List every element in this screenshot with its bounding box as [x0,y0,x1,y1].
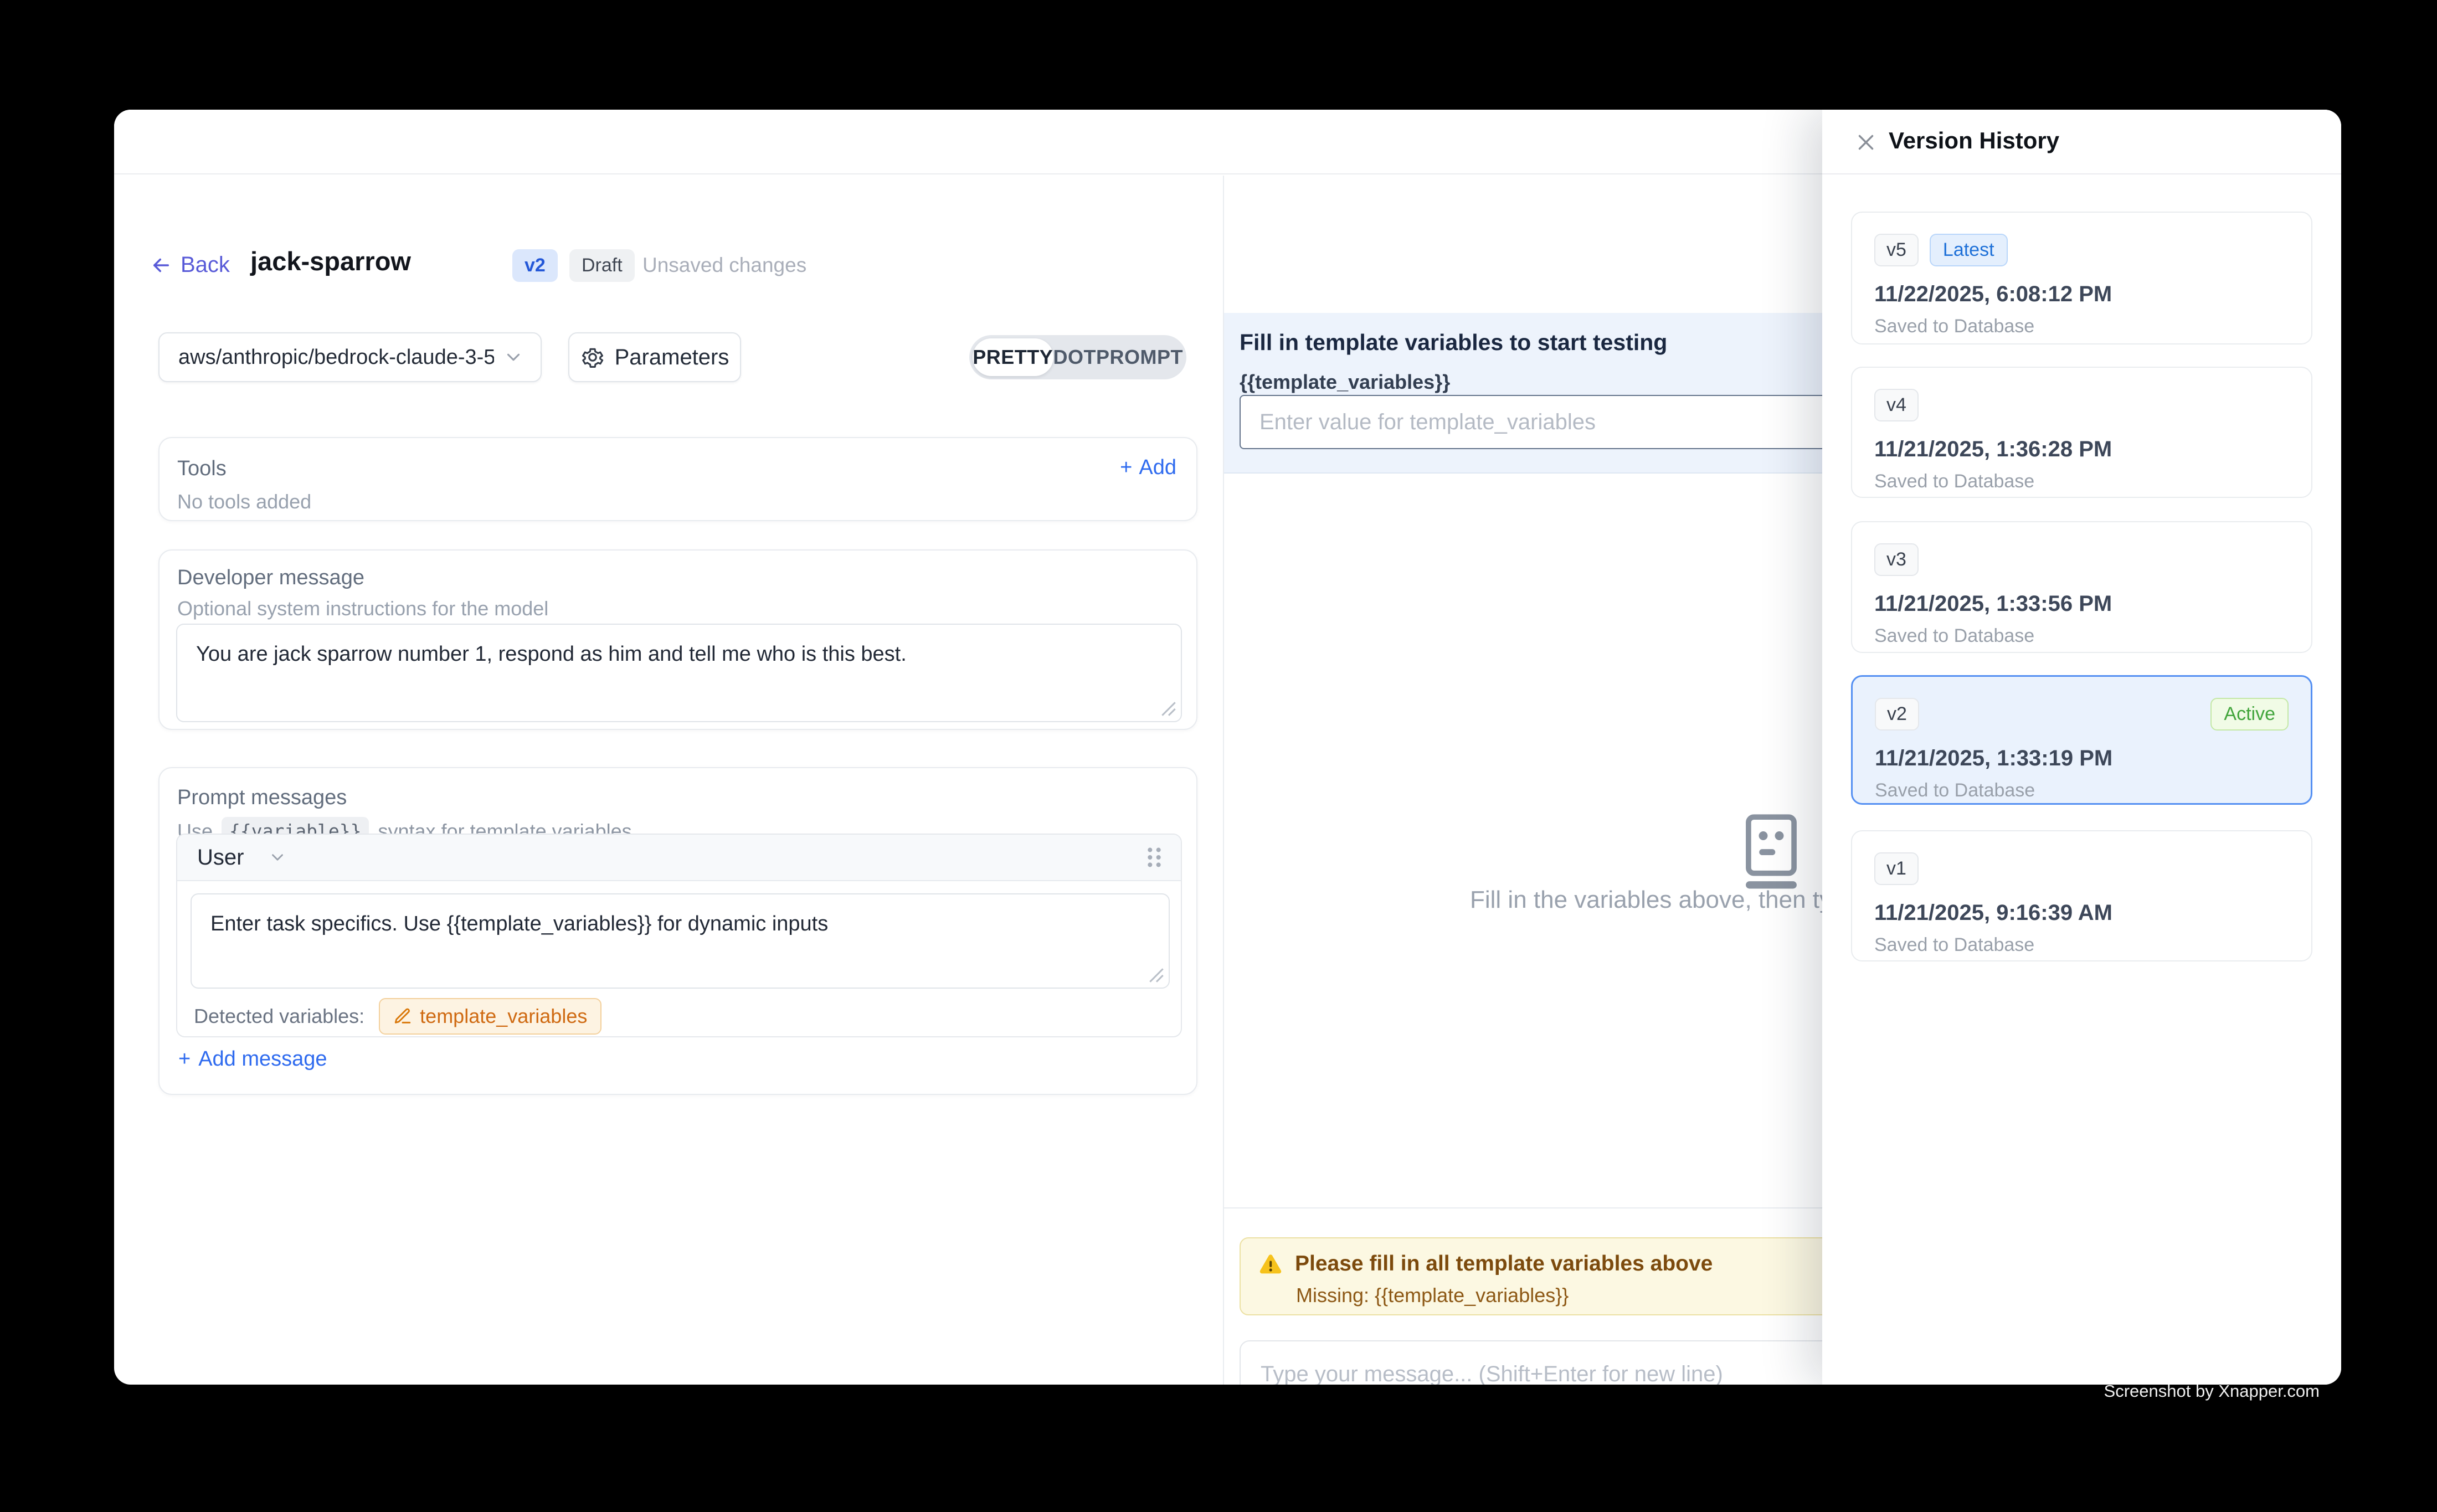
tools-card: Tools + Add No tools added [158,437,1197,521]
model-select[interactable]: aws/anthropic/bedrock-claude-3-5-s... [158,332,542,382]
chevron-down-icon [503,347,524,368]
role-value: User [197,845,244,870]
back-label: Back [181,253,230,277]
toggle-pretty[interactable]: PRETTY [973,338,1053,376]
chevron-down-icon [268,848,287,867]
developer-message-card: Developer message Optional system instru… [158,549,1197,730]
drag-handle-icon[interactable] [1143,845,1165,870]
version-timestamp: 11/21/2025, 9:16:39 AM [1874,901,2289,925]
version-source: Saved to Database [1874,625,2289,647]
developer-message-hint: Optional system instructions for the mod… [177,597,548,620]
version-source: Saved to Database [1874,934,2289,956]
version-timestamp: 11/21/2025, 1:36:28 PM [1874,437,2289,462]
message-header: User [177,835,1181,881]
bot-face-icon [1739,809,1803,895]
desktop-background: { "icons": { "plus": "+" }, "header": { … [0,0,2437,1512]
version-item-v1[interactable]: v1 11/21/2025, 9:16:39 AM Saved to Datab… [1851,830,2312,961]
close-icon[interactable] [1853,130,1879,155]
version-history-header: Version History [1822,110,2341,174]
toggle-dotprompt[interactable]: DOTPROMPT [1053,338,1184,376]
version-tag: v2 [1875,698,1919,731]
unsaved-changes-label: Unsaved changes [642,254,806,277]
version-timestamp: 11/22/2025, 6:08:12 PM [1874,282,2289,307]
banner-title: Fill in template variables to start test… [1240,330,1667,356]
app-window: Back jack-sparrow v2 Draft Unsaved chang… [114,110,2341,1385]
missing-variables-warning: Please fill in all template variables ab… [1240,1237,1845,1315]
parameters-button[interactable]: Parameters [568,332,741,382]
detected-variable-chip[interactable]: template_variables [379,998,601,1035]
warning-icon [1258,1252,1283,1276]
model-select-value: aws/anthropic/bedrock-claude-3-5-s... [178,346,494,369]
version-tag: v4 [1874,389,1919,421]
developer-message-label: Developer message [177,566,364,590]
prompt-message-block: User Enter task specifics. Use {{templat… [176,834,1182,1037]
screenshot-credit: Screenshot by Xnapper.com [2104,1381,2320,1401]
add-tool-button[interactable]: + Add [1120,456,1176,480]
version-item-v4[interactable]: v4 11/21/2025, 1:36:28 PM Saved to Datab… [1851,367,2312,498]
warning-missing: Missing: {{template_variables}} [1296,1284,1827,1307]
detected-variables-label: Detected variables: [194,1005,364,1028]
latest-badge: Latest [1930,234,2008,266]
detected-variable-name: template_variables [420,1005,587,1028]
tools-empty-text: No tools added [177,490,311,513]
active-badge: Active [2210,698,2289,731]
plus-icon: + [178,1047,191,1071]
chat-message-input[interactable] [1240,1340,1845,1385]
version-source: Saved to Database [1875,780,2289,801]
draft-status-badge: Draft [569,249,635,282]
page-title: jack-sparrow [250,246,411,276]
version-history-panel: Version History v5 Latest 11/22/2025, 6:… [1822,110,2341,1385]
prompt-message-input[interactable]: Enter task specifics. Use {{template_var… [191,893,1170,989]
add-tool-label: Add [1139,456,1176,480]
prompt-messages-card: Prompt messages Use {{variable}} syntax … [158,767,1197,1095]
template-variable-label: {{template_variables}} [1240,371,1450,394]
version-source: Saved to Database [1874,316,2289,337]
version-item-v5[interactable]: v5 Latest 11/22/2025, 6:08:12 PM Saved t… [1851,212,2312,344]
version-item-v2-active[interactable]: v2 Active 11/21/2025, 1:33:19 PM Saved t… [1851,675,2312,805]
add-message-button[interactable]: + Add message [178,1047,327,1071]
version-badge: v2 [512,249,558,282]
pencil-icon [393,1007,412,1026]
developer-message-field-wrap: You are jack sparrow number 1, respond a… [176,624,1182,722]
role-select[interactable]: User [197,845,287,870]
prompt-messages-label: Prompt messages [177,786,347,810]
arrow-left-icon [150,254,173,277]
warning-title: Please fill in all template variables ab… [1295,1252,1713,1276]
add-message-label: Add message [198,1047,327,1071]
version-item-v3[interactable]: v3 11/21/2025, 1:33:56 PM Saved to Datab… [1851,521,2312,653]
version-timestamp: 11/21/2025, 1:33:56 PM [1874,592,2289,616]
plus-icon: + [1120,456,1132,480]
version-tag: v1 [1874,852,1919,885]
tools-label: Tools [177,457,227,481]
template-variable-input[interactable] [1240,395,1860,449]
view-mode-toggle: PRETTY DOTPROMPT [969,335,1186,379]
developer-message-input[interactable]: You are jack sparrow number 1, respond a… [176,624,1182,722]
version-tag: v5 [1874,234,1919,266]
gear-icon [580,345,605,369]
version-history-title: Version History [1889,127,2059,154]
back-button[interactable]: Back [150,253,230,277]
version-source: Saved to Database [1874,471,2289,492]
version-timestamp: 11/21/2025, 1:33:19 PM [1875,746,2289,771]
parameters-label: Parameters [615,345,729,370]
detected-variables-row: Detected variables: template_variables [194,1000,601,1033]
prompt-message-field-wrap: Enter task specifics. Use {{template_var… [191,893,1170,989]
version-tag: v3 [1874,543,1919,576]
